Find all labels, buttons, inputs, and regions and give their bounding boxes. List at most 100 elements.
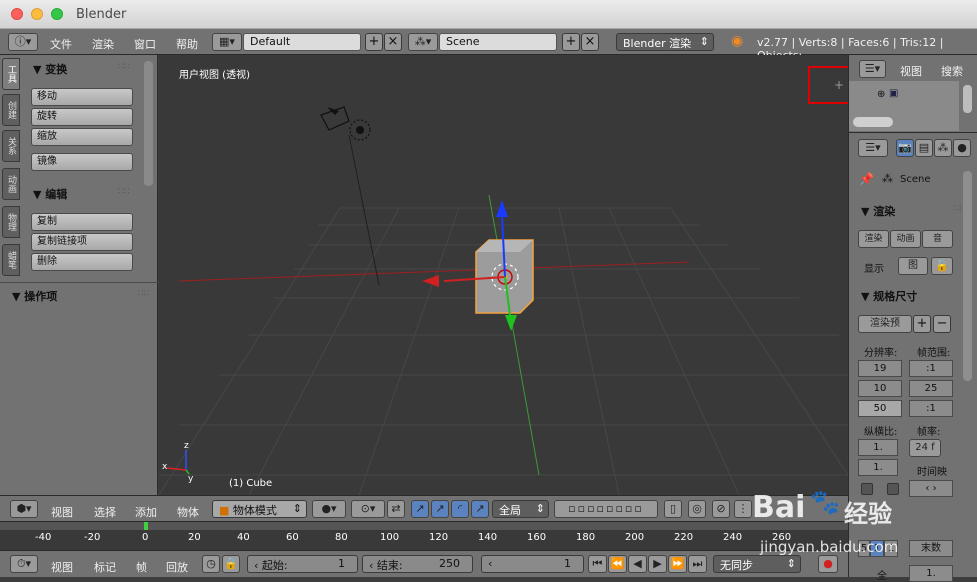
tab-tools[interactable]: 工具 xyxy=(2,58,20,90)
dimensions-panel-header[interactable]: ▼ 规格尺寸 xyxy=(861,288,917,304)
3d-menu-select[interactable]: 选择 xyxy=(94,504,116,520)
play-reverse-icon[interactable]: ◀ xyxy=(628,555,647,573)
render-preset-select[interactable]: 渲染预 xyxy=(858,315,912,333)
interaction-mode-select[interactable]: ■ 物体模式 ⇕ xyxy=(212,500,307,518)
add-scene-button[interactable]: + xyxy=(562,33,580,51)
layout-name-field[interactable]: Default xyxy=(243,33,361,51)
pin-icon[interactable]: 📌 xyxy=(859,172,874,186)
drag-handle-icon[interactable]: ∷∷ xyxy=(118,62,129,72)
menu-help[interactable]: 帮助 xyxy=(176,36,198,52)
frame-start-field[interactable]: ‹ 起始: 1 xyxy=(247,555,358,573)
scale-button[interactable]: 缩放 xyxy=(31,128,133,146)
camera-object[interactable] xyxy=(320,106,350,131)
layer-lock-icon[interactable]: ▯ xyxy=(664,500,682,518)
scale-manipulator-icon[interactable]: ↗ xyxy=(471,500,489,518)
bottom-value-field[interactable]: 1. xyxy=(909,565,953,582)
duplicate-linked-button[interactable]: 复制链接项 xyxy=(31,233,133,251)
timeline-area[interactable] xyxy=(0,521,848,550)
add-preset-button[interactable]: + xyxy=(913,315,931,333)
lock-range-icon[interactable]: 🔒 xyxy=(222,555,240,573)
layer-buttons[interactable]: ▫▫▫▫▫▫▫▫ xyxy=(554,500,658,518)
properties-scrollbar[interactable] xyxy=(963,171,972,381)
render-animation-button[interactable]: 动画 xyxy=(890,230,921,248)
world-context-icon[interactable]: ● xyxy=(953,139,971,157)
preview-range-icon[interactable]: ◷ xyxy=(202,555,220,573)
tab-animation[interactable]: 动画 xyxy=(2,168,20,200)
jump-keyframe-back-icon[interactable]: ⏪ xyxy=(608,555,627,573)
render-layers-context-icon[interactable]: ▤ xyxy=(915,139,933,157)
edit-panel-header[interactable]: ▼ 编辑 xyxy=(33,186,67,202)
expand-icon[interactable]: ⊕ xyxy=(877,89,885,100)
drag-handle-icon[interactable]: ∷∷ xyxy=(138,289,149,299)
jump-keyframe-forward-icon[interactable]: ⏩ xyxy=(668,555,687,573)
frame-step-field[interactable]: :1 xyxy=(909,400,953,417)
current-frame-marker[interactable] xyxy=(144,522,148,530)
aspect-y-field[interactable]: 1. xyxy=(858,459,898,476)
rotate-button[interactable]: 旋转 xyxy=(31,108,133,126)
jump-start-icon[interactable]: ⏮ xyxy=(588,555,607,573)
outliner-menu-search[interactable]: 搜索 xyxy=(941,63,963,79)
resolution-x-field[interactable]: 19 xyxy=(858,360,902,377)
timeline-menu-marker[interactable]: 标记 xyxy=(94,559,116,575)
scene-name-field[interactable]: Scene xyxy=(439,33,557,51)
transform-orientation-select[interactable]: 全局 ⇕ xyxy=(492,500,549,518)
tab-create[interactable]: 创建 xyxy=(2,94,20,126)
minimize-window-button[interactable] xyxy=(31,8,43,20)
frame-end-field[interactable]: 25 xyxy=(909,380,953,397)
close-window-button[interactable] xyxy=(11,8,23,20)
translate-manipulator-icon[interactable]: ↗ xyxy=(411,500,429,518)
render-audio-button[interactable]: 音 xyxy=(922,230,953,248)
tool-shelf-scrollbar[interactable] xyxy=(144,61,153,186)
duplicate-button[interactable]: 复制 xyxy=(31,213,133,231)
tab-grease-pencil[interactable]: 蜡笔 xyxy=(2,244,20,276)
resolution-y-field[interactable]: 10 xyxy=(858,380,902,397)
timeline-menu-frame[interactable]: 帧 xyxy=(136,559,147,575)
drag-handle-icon[interactable]: ∷∷ xyxy=(118,187,129,197)
outliner-editor-type-icon[interactable]: ☰▾ xyxy=(859,60,886,78)
editor-type-info-icon[interactable]: ⓘ▾ xyxy=(8,33,38,51)
menu-window[interactable]: 窗口 xyxy=(134,36,156,52)
play-icon[interactable]: ▶ xyxy=(648,555,667,573)
timeline-editor-type-icon[interactable]: ⏱▾ xyxy=(10,555,38,573)
operator-panel-header[interactable]: ▼ 操作项 xyxy=(12,288,57,304)
translate-button[interactable]: 移动 xyxy=(31,88,133,106)
jump-end-icon[interactable]: ⏭ xyxy=(688,555,707,573)
menu-render[interactable]: 渲染 xyxy=(92,36,114,52)
outliner-vscrollbar[interactable] xyxy=(963,85,972,113)
rotate-manipulator-icon[interactable]: ◜ xyxy=(451,500,469,518)
remove-preset-button[interactable]: − xyxy=(933,315,951,333)
manipulator-toggle-icon[interactable]: ⇄ xyxy=(387,500,405,518)
tab-physics[interactable]: 物理 xyxy=(2,206,20,238)
3d-viewport[interactable] xyxy=(158,55,849,496)
remove-layout-button[interactable]: × xyxy=(384,33,402,51)
menu-file[interactable]: 文件 xyxy=(50,36,72,52)
frame-start-field[interactable]: :1 xyxy=(909,360,953,377)
3d-menu-object[interactable]: 物体 xyxy=(177,504,199,520)
mirror-button[interactable]: 镜像 xyxy=(31,153,133,171)
render-still-button[interactable]: 渲染 xyxy=(858,230,889,248)
current-frame-field[interactable]: ‹ 1 xyxy=(481,555,584,573)
scene-context-icon[interactable]: ⁂ xyxy=(934,139,952,157)
zoom-window-button[interactable] xyxy=(51,8,63,20)
timeline-menu-view[interactable]: 视图 xyxy=(51,559,73,575)
render-context-icon[interactable]: 📷 xyxy=(896,139,914,157)
frame-end-field[interactable]: ‹ 结束: 250 xyxy=(362,555,473,573)
proportional-edit-icon[interactable]: ◎ xyxy=(688,500,706,518)
lock-icon[interactable]: 🔓 xyxy=(931,257,953,275)
render-engine-select[interactable]: Blender 渲染 ⇕ xyxy=(616,33,714,51)
add-layout-button[interactable]: + xyxy=(365,33,383,51)
lamp-object[interactable] xyxy=(349,119,371,141)
snap-element-icon[interactable]: ⋮ xyxy=(734,500,752,518)
aspect-x-field[interactable]: 1. xyxy=(858,439,898,456)
3d-menu-view[interactable]: 视图 xyxy=(51,504,73,520)
outliner-hscrollbar[interactable] xyxy=(853,117,893,127)
fps-select[interactable]: 24 f xyxy=(909,439,941,457)
render-panel-header[interactable]: ▼ 渲染 xyxy=(861,203,895,219)
timeline-menu-playback[interactable]: 回放 xyxy=(166,559,188,575)
resolution-percent-field[interactable]: 50 xyxy=(858,400,902,417)
tab-relations[interactable]: 关系 xyxy=(2,130,20,162)
move-manipulator-icon[interactable]: ↗ xyxy=(431,500,449,518)
3d-menu-add[interactable]: 添加 xyxy=(135,504,157,520)
display-select[interactable]: 图 xyxy=(898,257,928,275)
outliner-menu-view[interactable]: 视图 xyxy=(900,63,922,79)
